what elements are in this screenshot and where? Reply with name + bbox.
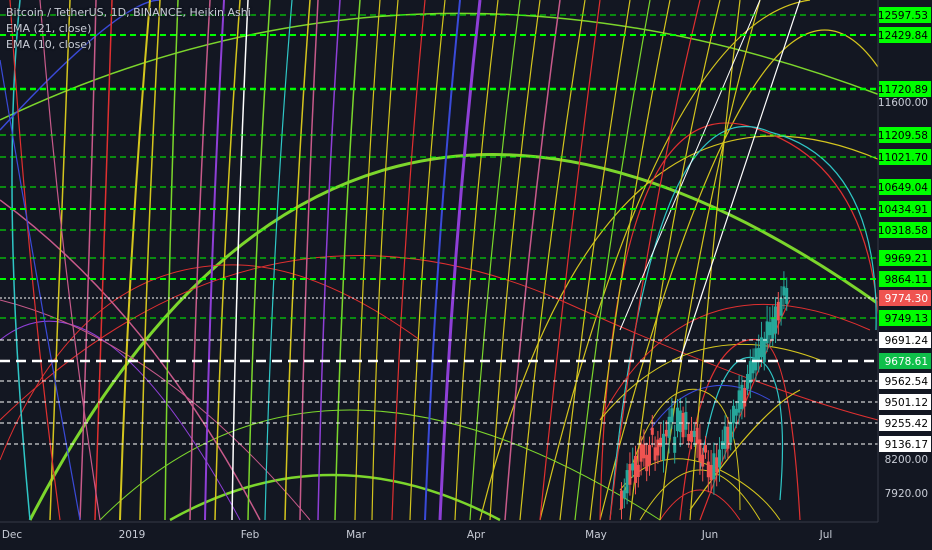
candle-body	[698, 439, 702, 462]
candle-body	[762, 338, 766, 363]
candle-body	[662, 433, 665, 461]
candle-body	[782, 286, 786, 296]
candle-body	[732, 405, 735, 424]
price-label: 9562.54	[885, 376, 929, 388]
candle-body	[639, 443, 643, 462]
price-label: 10318.58	[878, 225, 928, 237]
candle-body	[656, 439, 660, 456]
candle-body	[720, 441, 724, 449]
candle-body	[664, 429, 668, 437]
candle-body	[746, 374, 749, 389]
candle-body	[687, 433, 691, 442]
candle-body	[723, 426, 727, 449]
time-label: Mar	[346, 529, 366, 541]
candle-body	[748, 360, 752, 384]
price-label: 9749.13	[885, 313, 928, 325]
price-label: 9864.11	[885, 274, 928, 286]
candle-body	[695, 427, 699, 445]
candle-body	[757, 347, 761, 362]
candle-body	[760, 337, 763, 358]
time-label: Dec	[2, 529, 23, 541]
candle-body	[768, 322, 772, 336]
price-label: 10649.04	[878, 182, 928, 194]
candle-body	[704, 445, 707, 453]
candle-body	[712, 453, 716, 480]
candle-body	[678, 410, 682, 433]
price-label: 11600.00	[878, 97, 928, 109]
price-label: 11021.70	[878, 152, 928, 164]
candle-body	[709, 464, 713, 481]
candle-body	[774, 306, 777, 334]
time-label: Jul	[819, 529, 833, 541]
candle-body	[743, 387, 747, 407]
price-label: 11209.58	[878, 130, 928, 142]
time-label: Apr	[467, 529, 486, 541]
price-label: 12429.84	[878, 30, 928, 42]
symbol-title[interactable]: Bitcoin / TetherUS, 1D, BINANCE, Heikin …	[6, 5, 251, 21]
candle-body	[636, 464, 640, 478]
candle-body	[620, 490, 623, 509]
candle-body	[771, 317, 775, 339]
price-label: 7920.00	[885, 488, 928, 500]
candle-body	[690, 430, 693, 442]
candle-body	[734, 408, 738, 416]
price-label: 9774.30	[885, 293, 928, 305]
candle-body	[729, 422, 733, 443]
candle-body	[622, 490, 626, 499]
candle-body	[650, 427, 654, 435]
candle-body	[642, 444, 646, 459]
candle-body	[684, 411, 688, 430]
price-label: 9501.12	[885, 397, 928, 409]
candle-body	[715, 457, 719, 473]
ema-21-legend[interactable]: EMA (21, close)	[6, 21, 251, 37]
price-label: 9691.24	[885, 335, 929, 347]
time-label: Jun	[701, 529, 718, 541]
price-label: 9136.17	[885, 439, 928, 451]
price-label: 9969.21	[885, 253, 928, 265]
price-label: 9678.61	[885, 356, 928, 368]
candle-body	[670, 408, 674, 423]
candle-body	[706, 461, 710, 478]
price-label: 12597.53	[878, 10, 928, 22]
candle-body	[681, 412, 685, 438]
chart-legend: Bitcoin / TetherUS, 1D, BINANCE, Heikin …	[6, 5, 251, 53]
candle-body	[673, 436, 677, 453]
candle-body	[648, 444, 651, 466]
candle-body	[776, 301, 780, 321]
candle-body	[701, 454, 705, 467]
candle-body	[653, 447, 657, 461]
candle-body	[631, 463, 635, 471]
candle-body	[667, 416, 671, 438]
price-label: 9255.42	[885, 418, 928, 430]
candle-body	[785, 287, 789, 304]
candle-body	[692, 430, 696, 437]
candle-body	[754, 348, 758, 371]
candle-body	[645, 454, 649, 472]
candle-body	[676, 407, 679, 432]
price-label: 11720.89	[878, 84, 928, 96]
candle-body	[659, 437, 663, 447]
candle-body	[740, 384, 744, 410]
time-label: 2019	[119, 529, 146, 541]
price-label: 10434.91	[878, 204, 928, 216]
candle-body	[726, 426, 730, 449]
candle-body	[718, 449, 721, 468]
chart-background	[0, 0, 932, 550]
price-chart[interactable]: 12597.53 12429.84 11720.8911600.00 11209.58…	[0, 0, 932, 550]
candle-body	[628, 463, 632, 485]
candle-body	[625, 470, 629, 494]
time-label: May	[585, 529, 607, 541]
candle-body	[779, 298, 783, 316]
candle-body	[634, 455, 637, 483]
time-label: Feb	[241, 529, 260, 541]
ema-10-legend[interactable]: EMA (10, close)	[6, 37, 251, 53]
price-label: 8200.00	[885, 454, 928, 466]
